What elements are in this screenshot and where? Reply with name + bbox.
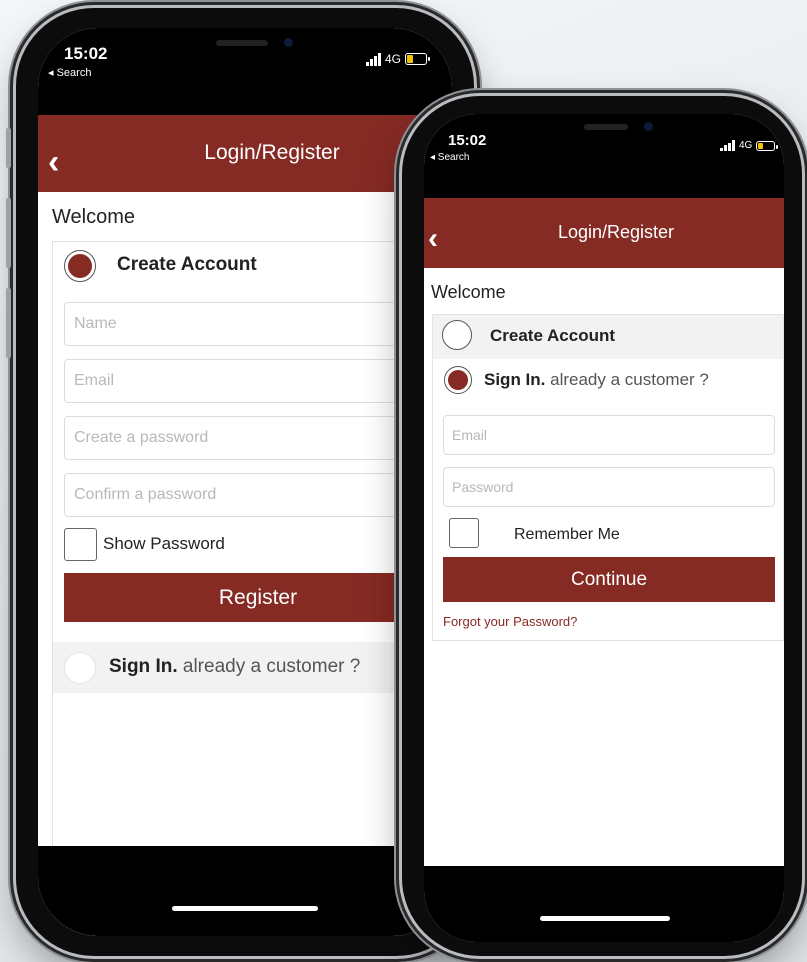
- create-account-label[interactable]: Create Account: [490, 326, 615, 346]
- header-title: Login/Register: [204, 141, 340, 164]
- remember-me-label[interactable]: Remember Me: [514, 526, 620, 544]
- screen: 15:02 ◂ Search 4G ‹ Login/Register Welco…: [38, 28, 452, 936]
- sign-in-sublabel: already a customer ?: [182, 656, 361, 677]
- side-button: [6, 128, 11, 168]
- sign-in-sublabel: already a customer ?: [550, 370, 709, 389]
- signal-icon: [720, 140, 735, 151]
- network-label: 4G: [739, 140, 753, 151]
- remember-me-checkbox[interactable]: [449, 518, 479, 548]
- home-indicator[interactable]: [172, 906, 318, 911]
- status-time: 15:02: [64, 44, 108, 63]
- battery-icon: [756, 140, 779, 151]
- home-indicator[interactable]: [540, 916, 670, 921]
- sign-in-title: Sign In.: [484, 370, 546, 389]
- notch: [132, 28, 358, 68]
- email-field[interactable]: Email: [64, 359, 452, 403]
- create-account-label[interactable]: Create Account: [117, 254, 257, 276]
- forgot-password-link[interactable]: Forgot your Password?: [443, 614, 577, 629]
- continue-button[interactable]: Continue: [443, 557, 775, 602]
- side-button: [6, 198, 11, 268]
- confirm-password-field[interactable]: Confirm a password: [64, 473, 452, 517]
- app-header: ‹ Login/Register: [38, 115, 452, 192]
- name-field[interactable]: Name: [64, 302, 452, 346]
- show-password-checkbox[interactable]: [64, 528, 97, 561]
- side-button: [6, 288, 11, 358]
- back-to-search-link[interactable]: ◂ Search: [430, 152, 469, 163]
- network-label: 4G: [385, 52, 402, 66]
- status-time: 15:02: [448, 132, 487, 149]
- home-bar: [424, 866, 784, 942]
- sign-in-radio[interactable]: [444, 366, 472, 394]
- home-bar: [38, 846, 452, 936]
- app-header: ‹ Login/Register: [424, 198, 784, 268]
- signal-icon: [366, 52, 381, 66]
- sign-in-label[interactable]: Sign In. already a customer ?: [109, 656, 360, 678]
- show-password-label[interactable]: Show Password: [103, 534, 225, 554]
- email-field[interactable]: Email: [443, 415, 775, 455]
- notch: [508, 114, 708, 150]
- screen: 15:02 ◂ Search 4G ‹ Login/Register Welco…: [424, 114, 784, 942]
- phone-right: 15:02 ◂ Search 4G ‹ Login/Register Welco…: [402, 96, 802, 956]
- create-account-radio[interactable]: [442, 320, 472, 350]
- sign-in-label[interactable]: Sign In. already a customer ?: [484, 370, 709, 390]
- password-field[interactable]: Password: [443, 467, 775, 507]
- header-title: Login/Register: [557, 222, 675, 242]
- create-account-radio[interactable]: [64, 250, 96, 282]
- sign-in-radio[interactable]: [64, 652, 96, 684]
- battery-icon: [405, 53, 431, 65]
- status-icons: 4G: [366, 52, 431, 66]
- welcome-heading: Welcome: [52, 206, 135, 228]
- welcome-heading: Welcome: [431, 282, 506, 302]
- create-password-field[interactable]: Create a password: [64, 416, 452, 460]
- register-button[interactable]: Register: [64, 573, 452, 622]
- back-to-search-link[interactable]: ◂ Search: [48, 66, 91, 79]
- sign-in-title: Sign In.: [109, 656, 178, 677]
- status-icons: 4G: [720, 140, 779, 151]
